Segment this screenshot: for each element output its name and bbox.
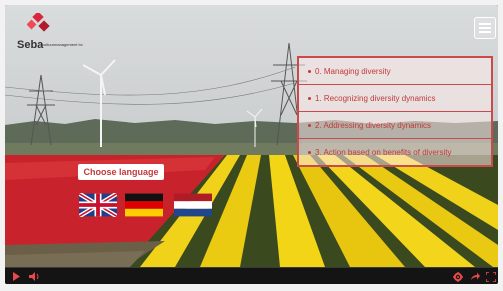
chapter-item-1[interactable]: 1. Recognizing diversity dynamics: [299, 85, 491, 112]
english-flag-icon[interactable]: [79, 193, 117, 217]
video-frame[interactable]: Seba cultuurmanagement bv 0. Managing di…: [5, 5, 498, 267]
share-button[interactable]: [468, 270, 481, 283]
play-button[interactable]: [10, 270, 22, 283]
chapter-item-3[interactable]: 3. Action based on benefits of diversity: [299, 139, 491, 165]
chapter-label: 3. Action based on benefits of diversity: [315, 147, 452, 157]
settings-button[interactable]: [451, 270, 464, 283]
volume-button[interactable]: [27, 270, 41, 283]
chapter-label: 0. Managing diversity: [315, 66, 391, 76]
fullscreen-icon: [485, 271, 496, 282]
choose-language-label: Choose language: [78, 164, 164, 180]
chapter-item-2[interactable]: 2. Addressing diversity dynamics: [299, 112, 491, 139]
play-icon: [13, 272, 20, 281]
chapter-label: 2. Addressing diversity dynamics: [315, 120, 432, 130]
chapter-label: 1. Recognizing diversity dynamics: [315, 93, 436, 103]
bullet-icon: [308, 150, 311, 154]
seba-logo-icon: [27, 13, 50, 32]
chapter-menu: 0. Managing diversity 1. Recognizing div…: [297, 56, 493, 167]
player-controls: [5, 267, 498, 284]
bullet-icon: [308, 69, 311, 73]
video-player: Seba cultuurmanagement bv 0. Managing di…: [5, 5, 498, 284]
dutch-flag-icon[interactable]: [174, 193, 212, 217]
volume-icon: [28, 272, 38, 281]
hamburger-icon: [479, 23, 491, 25]
logo-tagline: cultuurmanagement bv: [42, 42, 83, 47]
seba-logo: Seba cultuurmanagement bv: [11, 13, 101, 53]
fullscreen-button[interactable]: [484, 270, 497, 283]
menu-button[interactable]: [474, 17, 496, 39]
bullet-icon: [308, 96, 311, 100]
chapter-item-0[interactable]: 0. Managing diversity: [299, 58, 491, 85]
settings-icon: [452, 271, 463, 282]
hamburger-icon-line: [479, 27, 491, 29]
bullet-icon: [308, 123, 311, 127]
hamburger-icon-line: [479, 31, 491, 33]
logo-name: Seba: [17, 39, 44, 51]
share-icon: [470, 272, 480, 280]
german-flag-icon[interactable]: [125, 193, 163, 217]
